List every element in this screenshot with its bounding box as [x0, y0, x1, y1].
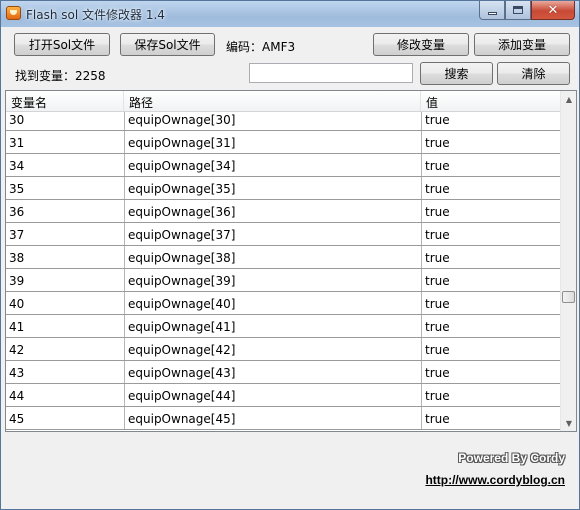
clear-button[interactable]: 清除	[497, 62, 570, 85]
add-variable-button[interactable]: 添加变量	[474, 33, 570, 56]
table-row[interactable]: 31 equipOwnage[31] true	[6, 131, 561, 154]
cell-variable-name: 34	[9, 159, 25, 173]
cell-path: equipOwnage[39]	[124, 269, 421, 291]
cell-value: true	[421, 269, 561, 291]
table-row[interactable]: 39 equipOwnage[39] true	[6, 269, 561, 292]
website-link[interactable]: http://www.cordyblog.cn	[425, 473, 565, 487]
maximize-icon	[513, 6, 523, 14]
title-bar[interactable]: Flash sol 文件修改器 1.4 ✕	[1, 1, 579, 27]
table-body: 30 equipOwnage[30] true 31 equipOwnage[31] tr…	[6, 112, 561, 431]
cell-path: equipOwnage[42]	[124, 338, 421, 360]
vertical-scrollbar[interactable]: ▲ ▼	[560, 91, 576, 431]
cell-path: equipOwnage[31]	[124, 131, 421, 153]
open-sol-button[interactable]: 打开Sol文件	[14, 33, 110, 56]
cell-variable-name: 36	[9, 205, 25, 219]
cell-variable-name: 42	[9, 343, 25, 357]
search-button[interactable]: 搜索	[420, 62, 493, 85]
cell-path: equipOwnage[45]	[124, 407, 421, 429]
cell-variable-name: 45	[9, 412, 25, 426]
column-header-value[interactable]: 值	[421, 91, 561, 111]
variables-table: 变量名 路径 值 30 equipOwnage[30] true 31 equipOwn…	[5, 90, 577, 432]
table-row[interactable]: 37 equipOwnage[37] true	[6, 223, 561, 246]
cell-value: true	[421, 338, 561, 360]
cell-path: equipOwnage[36]	[124, 200, 421, 222]
column-header-path[interactable]: 路径	[124, 91, 421, 111]
cell-path: equipOwnage[37]	[124, 223, 421, 245]
column-header-name[interactable]: 变量名	[6, 91, 124, 111]
encoding-label: 编码：AMF3	[226, 40, 296, 54]
minimize-icon	[487, 11, 497, 15]
cell-value: true	[421, 177, 561, 199]
table-row[interactable]: 38 equipOwnage[38] true	[6, 246, 561, 269]
scroll-up-icon[interactable]: ▲	[561, 91, 576, 107]
cell-value: true	[421, 131, 561, 153]
cell-path: equipOwnage[35]	[124, 177, 421, 199]
cell-value: true	[421, 292, 561, 314]
app-window: Flash sol 文件修改器 1.4 ✕ 打开Sol文件 保存Sol文件 编码…	[0, 0, 580, 510]
cell-variable-name: 44	[9, 389, 25, 403]
cell-value: true	[421, 154, 561, 176]
cell-variable-name: 30	[9, 113, 25, 127]
table-row[interactable]: 40 equipOwnage[40] true	[6, 292, 561, 315]
cell-value: true	[421, 112, 561, 130]
maximize-button[interactable]	[505, 1, 531, 20]
powered-by-text: Powered By Cordy	[458, 451, 565, 465]
close-icon: ✕	[547, 2, 559, 18]
window-controls: ✕	[479, 1, 575, 20]
cell-variable-name: 40	[9, 297, 25, 311]
scroll-down-icon[interactable]: ▼	[561, 415, 576, 431]
scroll-thumb[interactable]	[562, 291, 575, 303]
table-row[interactable]: 41 equipOwnage[41] true	[6, 315, 561, 338]
table-row[interactable]: 45 equipOwnage[45] true	[6, 407, 561, 430]
cell-variable-name: 38	[9, 251, 25, 265]
cell-variable-name: 37	[9, 228, 25, 242]
window-title: Flash sol 文件修改器 1.4	[26, 8, 165, 22]
cell-value: true	[421, 315, 561, 337]
cell-value: true	[421, 407, 561, 429]
modify-variable-button[interactable]: 修改变量	[373, 33, 469, 56]
cell-variable-name: 39	[9, 274, 25, 288]
table-row[interactable]: 34 equipOwnage[34] true	[6, 154, 561, 177]
cell-path: equipOwnage[44]	[124, 384, 421, 406]
cell-value: true	[421, 223, 561, 245]
cell-variable-name: 41	[9, 320, 25, 334]
save-sol-button[interactable]: 保存Sol文件	[120, 33, 215, 56]
cell-value: true	[421, 246, 561, 268]
minimize-button[interactable]	[479, 1, 505, 20]
table-row[interactable]: 44 equipOwnage[44] true	[6, 384, 561, 407]
table-row[interactable]: 43 equipOwnage[43] true	[6, 361, 561, 384]
cell-value: true	[421, 200, 561, 222]
cell-path: equipOwnage[43]	[124, 361, 421, 383]
cell-path: equipOwnage[41]	[124, 315, 421, 337]
cell-path: equipOwnage[38]	[124, 246, 421, 268]
table-row[interactable]: 42 equipOwnage[42] true	[6, 338, 561, 361]
cell-variable-name: 43	[9, 366, 25, 380]
cell-path: equipOwnage[40]	[124, 292, 421, 314]
table-header: 变量名 路径 值	[6, 91, 561, 112]
table-row[interactable]: 30 equipOwnage[30] true	[6, 112, 561, 131]
cell-variable-name: 35	[9, 182, 25, 196]
found-count-label: 找到变量：2258	[15, 69, 106, 83]
table-row[interactable]: 36 equipOwnage[36] true	[6, 200, 561, 223]
cell-path: equipOwnage[34]	[124, 154, 421, 176]
cell-path: equipOwnage[30]	[124, 112, 421, 130]
cell-value: true	[421, 384, 561, 406]
cell-value: true	[421, 361, 561, 383]
close-button[interactable]: ✕	[531, 1, 575, 20]
table-row[interactable]: 35 equipOwnage[35] true	[6, 177, 561, 200]
cell-variable-name: 31	[9, 136, 25, 150]
app-logo-icon	[6, 6, 21, 20]
search-input[interactable]	[249, 63, 413, 83]
